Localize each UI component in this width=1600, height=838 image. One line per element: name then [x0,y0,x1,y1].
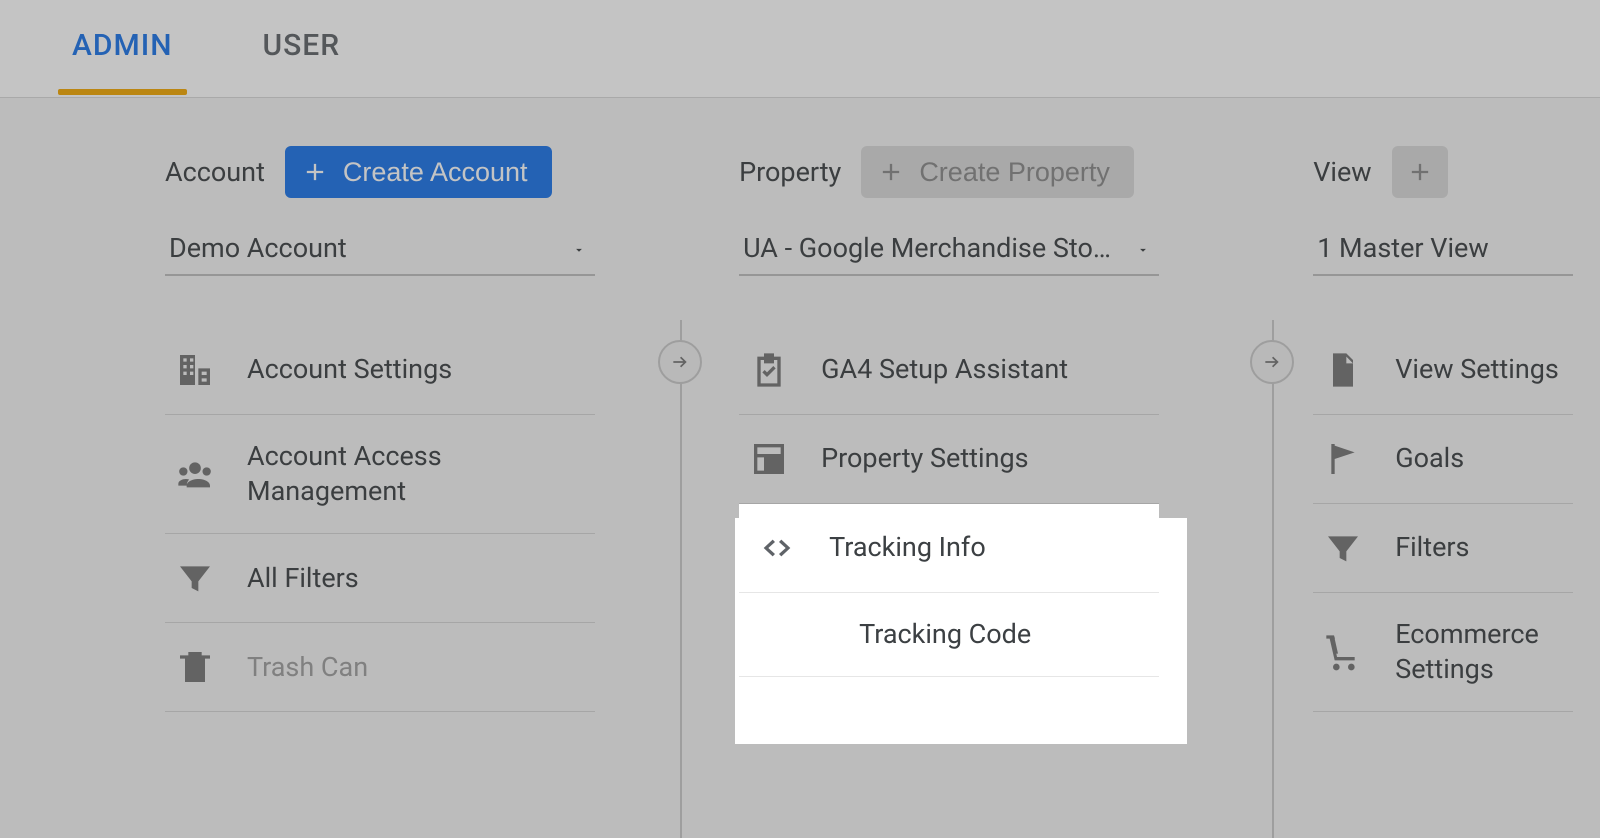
caret-down-icon [1133,232,1153,264]
view-filters-item[interactable]: Filters [1313,504,1573,593]
menu-label: Trash Can [247,650,589,685]
menu-label: Goals [1395,441,1567,476]
property-selected: UA - Google Merchandise Sto… [743,232,1111,264]
property-selector[interactable]: UA - Google Merchandise Sto… [739,222,1159,276]
goals-item[interactable]: Goals [1313,415,1573,504]
account-menu: Account Settings Account Access Manageme… [165,326,595,712]
plus-icon [1406,158,1434,186]
menu-label: Tracking Code [859,617,1153,652]
view-selected: 1 Master View [1317,232,1488,264]
property-column: Property Create Property UA - Google Mer… [739,146,1303,760]
ga4-setup-item[interactable]: GA4 Setup Assistant [739,326,1159,415]
filter-icon [171,558,219,598]
view-column: View 1 Master View View Settings Goals [1313,146,1600,760]
menu-label: All Filters [247,561,589,596]
tab-admin[interactable]: ADMIN [72,28,173,93]
menu-label: Account Settings [247,352,589,387]
all-filters-item[interactable]: All Filters [165,534,595,623]
view-menu: View Settings Goals Filters Ecommerce Se… [1313,326,1573,712]
code-icon [753,528,801,568]
document-icon [1319,350,1367,390]
cart-icon [1319,632,1367,672]
caret-down-icon [569,232,589,264]
create-view-button[interactable] [1392,146,1448,198]
create-property-button[interactable]: Create Property [861,146,1134,198]
account-header: Account Create Account [165,146,729,198]
filter-icon [1319,528,1367,568]
create-account-button[interactable]: Create Account [285,146,552,198]
admin-columns: Account Create Account Demo Account Acco… [0,98,1600,760]
flag-icon [1319,439,1367,479]
menu-label: GA4 Setup Assistant [821,352,1153,387]
view-header: View [1313,146,1600,198]
ecommerce-settings-item[interactable]: Ecommerce Settings [1313,593,1573,712]
create-account-label: Create Account [343,157,528,188]
menu-label: Ecommerce Settings [1395,617,1567,687]
account-access-item[interactable]: Account Access Management [165,415,595,534]
view-selector[interactable]: 1 Master View [1313,222,1573,276]
account-selected: Demo Account [169,232,347,264]
tab-user[interactable]: USER [263,28,341,93]
property-label: Property [739,156,841,188]
view-settings-item[interactable]: View Settings [1313,326,1573,415]
menu-label: Property Settings [821,441,1153,476]
create-property-label: Create Property [919,157,1110,188]
account-column: Account Create Account Demo Account Acco… [165,146,729,760]
menu-label: Account Access Management [247,439,589,509]
menu-label: View Settings [1395,352,1567,387]
tracking-code-item[interactable]: Tracking Code [739,593,1159,677]
view-label: View [1313,156,1371,188]
account-label: Account [165,156,265,188]
plus-icon [301,158,329,186]
admin-tabs: ADMIN USER [0,0,1600,98]
menu-label: Filters [1395,530,1567,565]
menu-label: Tracking Info [829,530,1153,565]
layout-icon [745,439,793,479]
property-header: Property Create Property [739,146,1303,198]
property-settings-item[interactable]: Property Settings [739,415,1159,504]
tracking-info-item[interactable]: Tracking Info [739,504,1159,593]
people-icon [171,454,219,494]
trash-can-item[interactable]: Trash Can [165,623,595,712]
account-settings-item[interactable]: Account Settings [165,326,595,415]
trash-icon [171,647,219,687]
buildings-icon [171,350,219,390]
plus-icon [877,158,905,186]
clipboard-check-icon [745,350,793,390]
account-selector[interactable]: Demo Account [165,222,595,276]
